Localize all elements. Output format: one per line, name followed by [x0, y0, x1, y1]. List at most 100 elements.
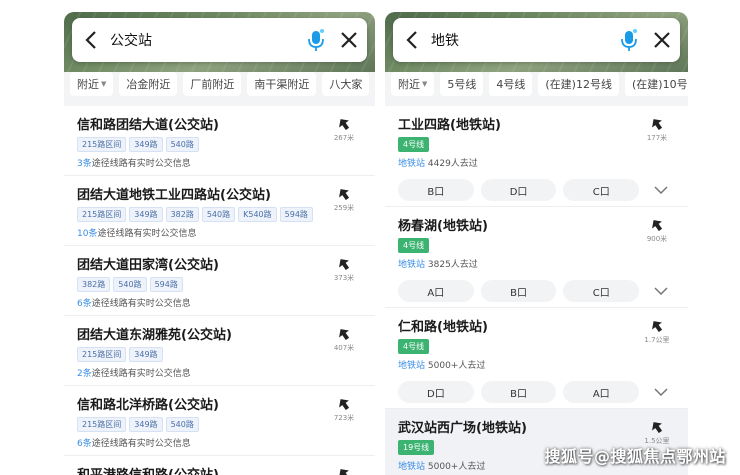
route-tag: 349路 — [129, 347, 163, 362]
chip-nearby[interactable]: 附近 ▼ — [70, 72, 114, 96]
navigate-button[interactable]: 177米 — [642, 118, 672, 143]
route-count: 10条 — [77, 229, 98, 239]
visit-count: 4429人去过 — [427, 159, 478, 169]
chip-line[interactable]: (在建)10号线 — [624, 72, 688, 96]
close-icon[interactable] — [331, 18, 367, 62]
station-type: 地铁站 — [398, 260, 426, 270]
line-tag: 4号线 — [398, 238, 430, 253]
list-item[interactable]: 信和路团结大道(公交站) 215路区间 349路 540路 3条途径线路有实时公… — [64, 106, 375, 176]
route-tag: 382路 — [77, 277, 111, 292]
chip-nearby[interactable]: 附近 ▼ — [391, 72, 435, 96]
stop-name: 团结大道东湖雅苑(公交站) — [77, 328, 232, 343]
bus-search-panel: 公交站 附近 ▼ 冶金附近 厂前附近 南干渠附近 八大家 信和路团结大道(公交站)… — [64, 12, 375, 475]
station-type: 地铁站 — [398, 159, 426, 169]
route-tag: 349路 — [129, 137, 163, 152]
distance: 267米 — [333, 134, 355, 142]
route-count: 2条 — [77, 369, 92, 379]
navigate-button[interactable]: 259米 — [329, 188, 359, 213]
navigation-arrow-icon — [642, 320, 672, 332]
back-arrow-icon[interactable] — [72, 18, 110, 62]
exit-button[interactable]: C口 — [563, 179, 640, 201]
list-item[interactable]: 信和路北洋桥路(公交站) 215路区间 349路 540路 6条途径线路有实时公… — [64, 386, 375, 456]
bus-stop-list: 信和路团结大道(公交站) 215路区间 349路 540路 3条途径线路有实时公… — [64, 106, 375, 475]
route-tag: 540路 — [165, 137, 199, 152]
line-tag: 19号线 — [398, 440, 435, 455]
chip-filter[interactable]: 厂前附近 — [183, 72, 242, 96]
list-item[interactable]: 杨春湖(地铁站) 4号线 地铁站 3825人去过 A口 B口 C口 900米 — [385, 207, 688, 308]
navigate-button[interactable]: 267米 — [329, 118, 359, 143]
exit-button[interactable]: B口 — [398, 179, 474, 201]
navigation-arrow-icon — [642, 421, 672, 433]
visit-count: 5000+人去过 — [427, 462, 486, 472]
distance: 1.7公里 — [644, 336, 670, 344]
chip-filter[interactable]: 冶金附近 — [119, 72, 178, 96]
distance: 723米 — [333, 414, 355, 422]
voice-search-icon[interactable] — [301, 18, 331, 62]
voice-search-icon[interactable] — [614, 18, 644, 62]
chip-line[interactable]: 4号线 — [489, 72, 533, 96]
exit-button[interactable]: A口 — [398, 280, 474, 302]
chevron-down-icon[interactable] — [646, 179, 676, 201]
chevron-down-icon[interactable] — [646, 381, 676, 403]
navigate-button[interactable]: 407米 — [329, 328, 359, 353]
search-query[interactable]: 公交站 — [110, 30, 301, 50]
exit-button[interactable]: C口 — [563, 280, 640, 302]
route-tag: 382路 — [165, 207, 199, 222]
chip-line[interactable]: 5号线 — [440, 72, 484, 96]
list-item[interactable]: 工业四路(地铁站) 4号线 地铁站 4429人去过 B口 D口 C口 177米 — [385, 106, 688, 207]
search-bar[interactable]: 地铁 — [393, 18, 680, 62]
line-tag: 4号线 — [398, 339, 430, 354]
navigation-arrow-icon — [642, 219, 672, 231]
exit-button[interactable]: D口 — [398, 381, 474, 403]
navigate-button[interactable]: 1.7公里 — [642, 320, 672, 345]
chevron-down-icon[interactable] — [646, 280, 676, 302]
station-type: 地铁站 — [398, 361, 426, 371]
route-tag: 215路区间 — [77, 137, 127, 152]
navigation-arrow-icon — [329, 188, 359, 200]
navigation-arrow-icon — [329, 328, 359, 340]
metro-station-list: 工业四路(地铁站) 4号线 地铁站 4429人去过 B口 D口 C口 177米 … — [385, 106, 688, 475]
list-item[interactable]: 团结大道田家湾(公交站) 382路 540路 594路 6条途径线路有实时公交信… — [64, 246, 375, 316]
list-item[interactable]: 和平港路信和路(公交站) — [64, 456, 375, 475]
caret-down-icon: ▼ — [101, 80, 107, 88]
navigate-button[interactable] — [329, 468, 359, 475]
route-tag: 540路 — [113, 277, 147, 292]
navigate-button[interactable]: 900米 — [642, 219, 672, 244]
watermark: 搜狐号@搜狐焦点鄂州站 — [544, 447, 726, 466]
realtime-info: 途径线路有实时公交信息 — [91, 299, 191, 309]
chip-line[interactable]: (在建)12号线 — [538, 72, 619, 96]
distance: 177米 — [646, 134, 668, 142]
line-tag: 4号线 — [398, 137, 430, 152]
exit-button[interactable]: D口 — [480, 179, 557, 201]
exit-button[interactable]: B口 — [480, 280, 557, 302]
distance: 407米 — [333, 344, 355, 352]
search-bar[interactable]: 公交站 — [72, 18, 367, 62]
realtime-info: 途径线路有实时公交信息 — [97, 229, 197, 239]
route-tag: 540路 — [165, 417, 199, 432]
navigation-arrow-icon — [642, 118, 672, 130]
search-query[interactable]: 地铁 — [431, 30, 614, 50]
stop-name: 团结大道田家湾(公交站) — [77, 258, 219, 273]
close-icon[interactable] — [644, 18, 680, 62]
station-name: 工业四路(地铁站) — [398, 118, 501, 133]
route-tag: 594路 — [149, 277, 183, 292]
distance: 373米 — [333, 274, 355, 282]
chip-filter[interactable]: 南干渠附近 — [247, 72, 317, 96]
list-item[interactable]: 团结大道东湖雅苑(公交站) 215路区间 349路 2条途径线路有实时公交信息 … — [64, 316, 375, 386]
chip-filter[interactable]: 八大家 — [322, 72, 370, 96]
route-tag: 540路 — [201, 207, 236, 222]
filter-chips: 附近▼ 5号线 4号线 (在建)12号线 (在建)10号线 — [385, 72, 688, 104]
route-count: 3条 — [77, 159, 92, 169]
exit-button[interactable]: A口 — [563, 381, 640, 403]
exit-button[interactable]: B口 — [480, 381, 557, 403]
station-name: 杨春湖(地铁站) — [398, 219, 488, 234]
station-name: 仁和路(地铁站) — [398, 320, 488, 335]
list-item[interactable]: 仁和路(地铁站) 4号线 地铁站 5000+人去过 D口 B口 A口 1.7公里 — [385, 308, 688, 409]
navigate-button[interactable]: 723米 — [329, 398, 359, 423]
realtime-info: 途径线路有实时公交信息 — [91, 439, 191, 449]
stop-name: 团结大道地铁工业四路站(公交站) — [77, 188, 271, 203]
back-arrow-icon[interactable] — [393, 18, 431, 62]
navigate-button[interactable]: 373米 — [329, 258, 359, 283]
caret-down-icon: ▼ — [422, 80, 428, 88]
list-item[interactable]: 团结大道地铁工业四路站(公交站) 215路区间 349路 382路 540路 K… — [64, 176, 375, 246]
